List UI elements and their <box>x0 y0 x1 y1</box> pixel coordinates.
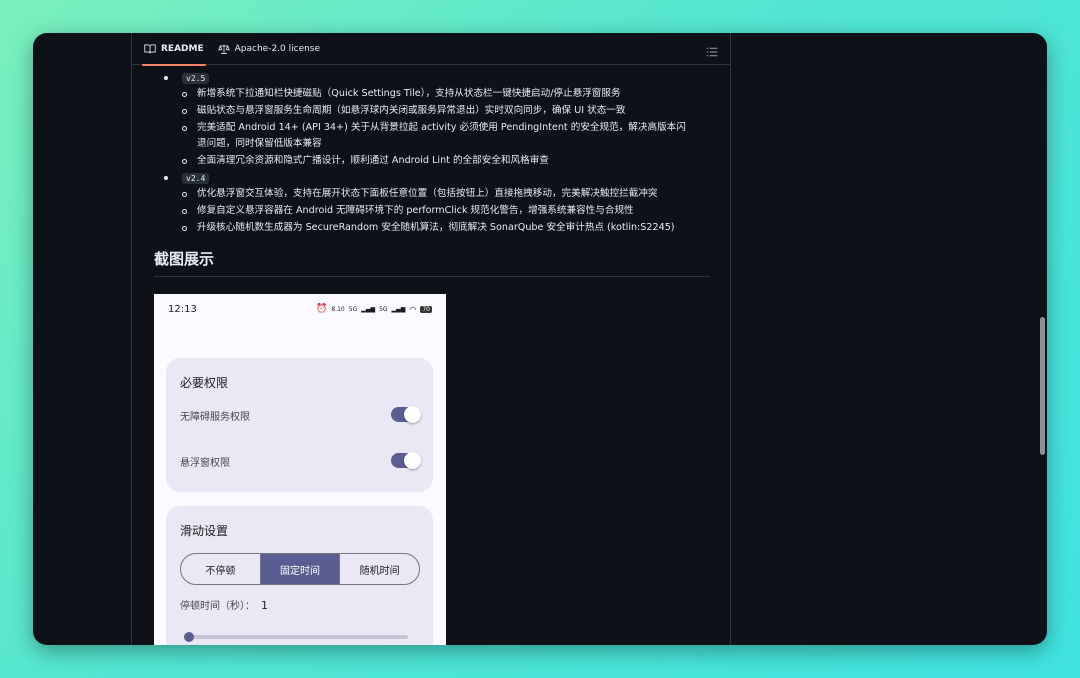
tab-license-label: Apache-2.0 license <box>234 43 321 54</box>
version-tag: v2.5 <box>182 72 210 84</box>
list-item: 升级核心随机数生成器为 SecureRandom 安全随机算法，彻底解决 Son… <box>182 220 708 236</box>
screenshot-image: 12:13 ⏰ 8.10 5G ▂▄▆ 5G ▂▄▆ ◠ 70 必要权限 无障碍… <box>154 294 446 645</box>
readme-content: v2.5 新增系统下拉通知栏快捷磁贴（Quick Settings Tile），… <box>132 65 730 277</box>
bullet-disc <box>164 176 168 180</box>
list-item: 修复自定义悬浮容器在 Android 无障碍环境下的 performClick … <box>182 203 708 219</box>
accessibility-permission-label: 无障碍服务权限 <box>180 412 250 423</box>
option-fixed-time[interactable]: 固定时间 <box>260 554 341 584</box>
pause-time-slider[interactable] <box>184 632 408 642</box>
permissions-card: 必要权限 无障碍服务权限 悬浮窗权限 <box>166 358 433 492</box>
status-time: 12:13 <box>168 303 197 315</box>
version-tag: v2.4 <box>182 172 210 184</box>
pause-mode-segmented-control: 不停顿 固定时间 随机时间 <box>180 553 420 585</box>
card-title: 滑动设置 <box>180 524 229 538</box>
release-v2-4: v2.4 <box>156 171 708 185</box>
list-item: 优化悬浮窗交互体验，支持在展开状态下面板任意位置（包括按钮上）直接拖拽移动，完美… <box>182 186 708 202</box>
wifi-icon: ◠ <box>409 304 417 314</box>
tab-license[interactable]: Apache-2.0 license <box>217 33 321 65</box>
readme-tabs: README Apache-2.0 license <box>132 33 730 66</box>
phone-status-bar: 12:13 ⏰ 8.10 5G ▂▄▆ 5G ▂▄▆ ◠ 70 <box>154 294 446 324</box>
option-no-pause[interactable]: 不停顿 <box>181 554 261 584</box>
slider-thumb[interactable] <box>184 632 194 642</box>
card-title: 必要权限 <box>180 376 229 390</box>
release-v2-5-items: 新增系统下拉通知栏快捷磁贴（Quick Settings Tile），支持从状态… <box>182 86 708 169</box>
alarm-icon: ⏰ <box>316 304 328 314</box>
release-v2-4-items: 优化悬浮窗交互体验，支持在展开状态下面板任意位置（包括按钮上）直接拖拽移动，完美… <box>182 186 708 236</box>
signal-icon: ▂▄▆ <box>391 305 406 313</box>
app-window: README Apache-2.0 license v2.5 新增系统下拉通知栏… <box>33 33 1047 645</box>
tab-readme-label: README <box>161 43 204 54</box>
section-title: 截图展示 <box>154 248 710 277</box>
accessibility-permission-toggle[interactable] <box>391 406 421 423</box>
swipe-settings-card: 滑动设置 不停顿 固定时间 随机时间 停顿时间（秒）： 1 <box>166 506 433 645</box>
scale-icon <box>217 43 230 55</box>
release-v2-5: v2.5 <box>156 71 708 85</box>
scrollbar[interactable] <box>1040 317 1045 455</box>
status-icons: ⏰ 8.10 5G ▂▄▆ 5G ▂▄▆ ◠ 70 <box>316 304 432 314</box>
book-icon <box>144 43 156 55</box>
option-random-time[interactable]: 随机时间 <box>340 554 419 584</box>
pause-time-value: 1 <box>261 599 268 612</box>
battery-icon: 70 <box>420 305 432 313</box>
overlay-permission-label: 悬浮窗权限 <box>180 458 230 469</box>
bullet-disc <box>164 76 168 80</box>
list-item: 完美适配 Android 14+ (API 34+) 关于从背景拉起 activ… <box>182 120 708 152</box>
list-item: 磁贴状态与悬浮窗服务生命周期（如悬浮球内关闭或服务异常退出）实时双向同步，确保 … <box>182 103 708 119</box>
overlay-permission-toggle[interactable] <box>391 452 421 469</box>
tab-readme[interactable]: README <box>142 33 206 66</box>
signal-icon: ▂▄▆ <box>361 305 376 313</box>
list-item: 全面清理冗余资源和隐式广播设计，顺利通过 Android Lint 的全部安全和… <box>182 153 708 169</box>
table-of-contents-icon[interactable] <box>706 43 718 57</box>
list-item: 新增系统下拉通知栏快捷磁贴（Quick Settings Tile），支持从状态… <box>182 86 708 102</box>
pause-time-label: 停顿时间（秒）： 1 <box>180 599 268 612</box>
readme-panel: README Apache-2.0 license v2.5 新增系统下拉通知栏… <box>131 33 731 645</box>
